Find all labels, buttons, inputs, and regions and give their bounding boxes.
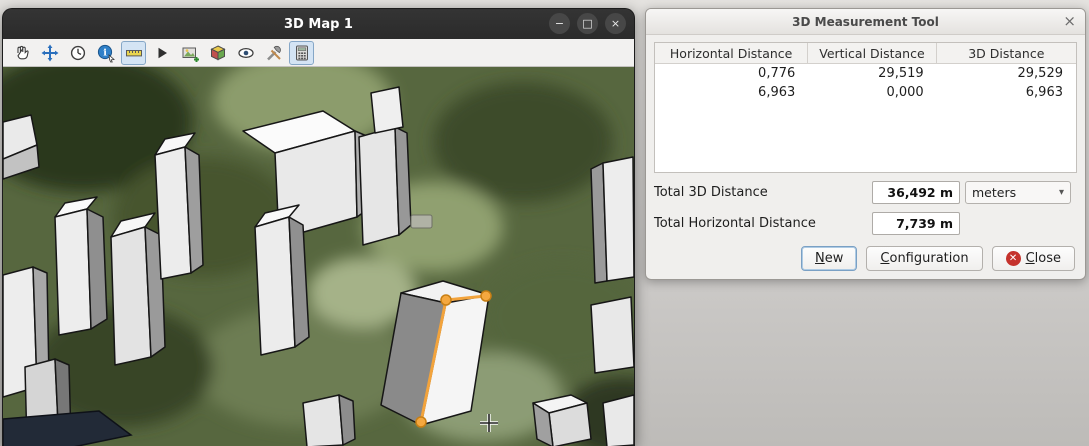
map-titlebar[interactable]: 3D Map 1 − □ × (3, 9, 634, 39)
dialog-buttons: New Configuration ✕ Close (654, 246, 1077, 271)
close-button[interactable]: ✕ Close (992, 246, 1075, 271)
cell: 0,776 (655, 64, 808, 83)
identify-icon[interactable]: i (93, 41, 118, 65)
header-horizontal-distance[interactable]: Horizontal Distance (655, 43, 808, 64)
close-red-icon: ✕ (1006, 251, 1021, 266)
new-button[interactable]: New (801, 246, 857, 271)
table-row[interactable]: 6,963 0,000 6,963 (655, 83, 1076, 102)
map-window: 3D Map 1 − □ × (2, 8, 635, 446)
measure-calculator-icon[interactable] (289, 41, 314, 65)
window-controls: − □ × (549, 13, 626, 34)
camera-move-icon[interactable] (37, 41, 62, 65)
close-window-button[interactable]: × (605, 13, 626, 34)
animation-clock-icon[interactable] (65, 41, 90, 65)
dialog-close-icon[interactable]: × (1063, 12, 1076, 30)
map-window-title: 3D Map 1 (284, 17, 353, 32)
cell: 0,000 (808, 83, 936, 102)
cell: 29,529 (937, 64, 1076, 83)
pan-icon[interactable] (9, 41, 34, 65)
svg-text:i: i (103, 47, 107, 58)
cube-3d-icon[interactable] (205, 41, 230, 65)
total-3d-row: Total 3D Distance 36,492 m meters ▾ (654, 181, 1077, 204)
chevron-down-icon: ▾ (1059, 187, 1064, 198)
measure-line-icon[interactable] (121, 41, 146, 65)
map-scene (3, 67, 634, 446)
total-horizontal-row: Total Horizontal Distance 7,739 m (654, 212, 1077, 235)
cell: 29,519 (808, 64, 936, 83)
export-scene-icon[interactable] (177, 41, 202, 65)
map-toolbar: i (3, 39, 634, 67)
dialog-titlebar[interactable]: 3D Measurement Tool × (646, 9, 1085, 35)
table-header-row: Horizontal Distance Vertical Distance 3D… (655, 43, 1076, 64)
unit-value: meters (972, 185, 1016, 200)
total-horizontal-label: Total Horizontal Distance (654, 216, 872, 231)
total-3d-label: Total 3D Distance (654, 185, 872, 200)
cell: 6,963 (655, 83, 808, 102)
table-row[interactable]: 0,776 29,519 29,529 (655, 64, 1076, 83)
minimize-button[interactable]: − (549, 13, 570, 34)
map-3d-viewport[interactable] (3, 67, 634, 446)
dialog-title: 3D Measurement Tool (792, 15, 939, 29)
total-horizontal-field[interactable]: 7,739 m (872, 212, 960, 235)
eye-icon[interactable] (233, 41, 258, 65)
configuration-button[interactable]: Configuration (866, 246, 982, 271)
map-label-badge (411, 215, 432, 228)
cell: 6,963 (937, 83, 1076, 102)
maximize-button[interactable]: □ (577, 13, 598, 34)
tools-wrench-icon[interactable] (261, 41, 286, 65)
play-icon[interactable] (149, 41, 174, 65)
header-3d-distance[interactable]: 3D Distance (937, 43, 1076, 64)
measurements-table: Horizontal Distance Vertical Distance 3D… (654, 42, 1077, 173)
header-vertical-distance[interactable]: Vertical Distance (808, 43, 936, 64)
unit-select[interactable]: meters ▾ (965, 181, 1071, 204)
measurement-dialog: 3D Measurement Tool × Horizontal Distanc… (645, 8, 1086, 280)
desktop: 3D Map 1 − □ × (0, 0, 1089, 446)
total-3d-field[interactable]: 36,492 m (872, 181, 960, 204)
